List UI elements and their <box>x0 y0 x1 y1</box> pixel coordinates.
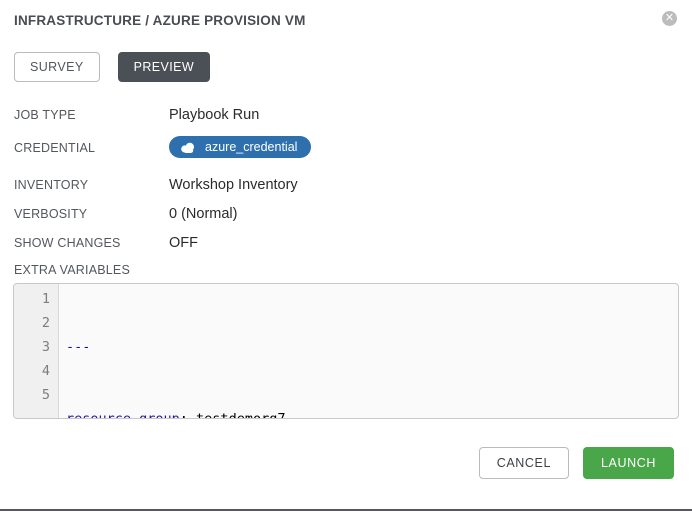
detail-row-credential: CREDENTIAL azure_credential <box>14 136 678 158</box>
cancel-button[interactable]: CANCEL <box>479 447 569 479</box>
detail-label: JOB TYPE <box>14 107 169 122</box>
detail-row-show-changes: SHOW CHANGES OFF <box>14 235 678 251</box>
cloud-icon <box>180 142 196 153</box>
credential-badge[interactable]: azure_credential <box>169 136 311 158</box>
modal-footer: CANCEL LAUNCH <box>0 447 674 479</box>
launch-button[interactable]: LAUNCH <box>583 447 674 479</box>
editor-code-area[interactable]: --- resource_group: testdemorg7 location… <box>59 284 678 418</box>
detail-row-job-type: JOB TYPE Playbook Run <box>14 107 678 123</box>
page-title: INFRASTRUCTURE / AZURE PROVISION VM <box>14 13 678 28</box>
detail-value: 0 (Normal) <box>169 206 237 222</box>
tab-survey[interactable]: SURVEY <box>14 52 100 82</box>
editor-line-numbers: 1 2 3 4 5 <box>14 284 59 418</box>
detail-value: OFF <box>169 235 198 251</box>
detail-value: Workshop Inventory <box>169 177 298 193</box>
bottom-divider <box>0 509 692 511</box>
detail-row-inventory: INVENTORY Workshop Inventory <box>14 177 678 193</box>
detail-label: SHOW CHANGES <box>14 235 169 250</box>
tab-preview[interactable]: PREVIEW <box>118 52 210 82</box>
detail-label: CREDENTIAL <box>14 140 169 155</box>
line-number: 2 <box>14 311 50 335</box>
job-details: JOB TYPE Playbook Run CREDENTIAL azure_c… <box>14 107 678 251</box>
extra-variables-label: EXTRA VARIABLES <box>14 263 678 277</box>
code-line: --- <box>66 335 678 359</box>
detail-row-verbosity: VERBOSITY 0 (Normal) <box>14 206 678 222</box>
line-number: 5 <box>14 383 50 407</box>
line-number: 4 <box>14 359 50 383</box>
job-launch-preview-modal: INFRASTRUCTURE / AZURE PROVISION VM ✕ SU… <box>0 0 692 514</box>
line-number: 3 <box>14 335 50 359</box>
detail-label: VERBOSITY <box>14 206 169 221</box>
code-line: resource_group: testdemorg7 <box>66 407 678 419</box>
tab-bar: SURVEY PREVIEW <box>14 52 678 82</box>
detail-label: INVENTORY <box>14 177 169 192</box>
close-icon[interactable]: ✕ <box>662 11 677 26</box>
credential-badge-label: azure_credential <box>205 140 297 154</box>
modal-header: INFRASTRUCTURE / AZURE PROVISION VM ✕ <box>0 0 692 28</box>
line-number: 1 <box>14 287 50 311</box>
detail-value: Playbook Run <box>169 107 259 123</box>
extra-variables-editor[interactable]: 1 2 3 4 5 --- resource_group: testdemorg… <box>13 283 679 419</box>
